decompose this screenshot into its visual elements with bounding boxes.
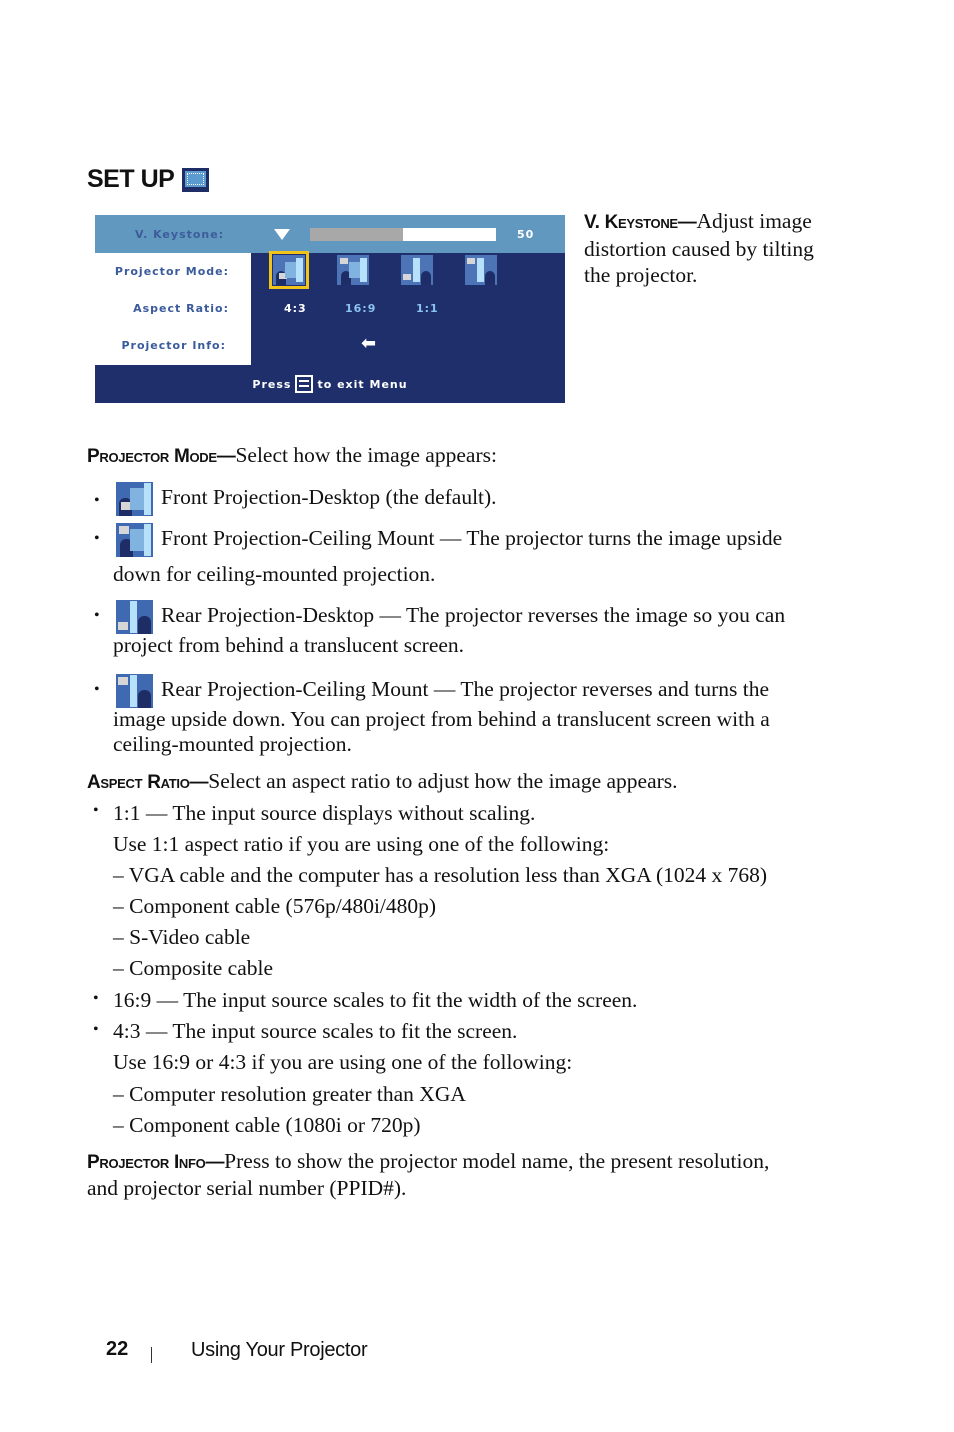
setup-screen-icon [182, 167, 210, 192]
exit-suffix: to exit Menu [317, 377, 408, 391]
bullet: • [94, 530, 100, 547]
keystone-label: V. Keystone: [135, 228, 225, 241]
mode-item-text: Rear Projection-Ceiling Mount — The proj… [161, 676, 770, 701]
menu-button-icon [295, 375, 314, 393]
aspect-line: – Computer resolution greater than XGA [113, 1082, 466, 1106]
mode-item: Front Projection-Ceiling Mount — The pro… [116, 523, 782, 557]
aspect-option[interactable]: 4:3 [284, 302, 307, 315]
aspect-line: – Component cable (1080i or 720p) [113, 1113, 421, 1137]
bullet: • [93, 802, 99, 819]
bullet: • [94, 492, 100, 509]
page-number: 22 [106, 1338, 129, 1360]
bullet: • [94, 681, 100, 698]
aspect-line: Use 16:9 or 4:3 if you are using one of … [113, 1050, 573, 1074]
rear-projection-ceiling-icon[interactable] [465, 255, 497, 285]
mode-item-text-cont: ceiling-mounted projection. [113, 732, 352, 756]
front-projection-ceiling-icon[interactable] [337, 255, 369, 285]
chapter-title: Using Your Projector [191, 1339, 368, 1361]
projector-info-label: Projector Info: [121, 339, 226, 352]
mode-item-text-cont: image upside down. You can project from … [113, 707, 770, 731]
enter-arrow-icon[interactable]: ⬅ [361, 333, 377, 354]
aspect-line: 16:9 — The input source scales to fit th… [113, 988, 638, 1012]
keystone-slider-fill [310, 228, 403, 241]
mode-item-text: Front Projection-Desktop (the default). [161, 484, 497, 509]
keystone-term: V. Keystone— [584, 212, 697, 233]
projector-info-text-cont: and projector serial number (PPID#). [87, 1176, 407, 1200]
projector-info-heading: Projector Info—Press to show the project… [87, 1148, 769, 1176]
aspect-ratio-label: Aspect Ratio: [133, 302, 229, 315]
mode-item: Rear Projection-Ceiling Mount — The proj… [116, 674, 769, 708]
aspect-line: – Component cable (576p/480i/480p) [113, 894, 437, 918]
keystone-value: 50 [517, 228, 535, 241]
osd-keystone-row[interactable]: V. Keystone: 50 [95, 215, 565, 253]
osd-labels-panel: Projector Mode: Aspect Ratio: Projector … [95, 253, 251, 365]
aspect-ratio-term: Aspect Ratio— [87, 772, 209, 793]
projector-mode-term: Projector Mode— [87, 446, 236, 467]
rear-projection-desktop-icon [116, 600, 153, 634]
mode-item-text-cont: down for ceiling-mounted projection. [113, 562, 436, 586]
mode-item-text: Rear Projection-Desktop — The projector … [161, 602, 786, 627]
aspect-line: – Composite cable [113, 956, 274, 980]
bullet: • [94, 607, 100, 624]
aspect-line: 1:1 — The input source displays without … [113, 801, 536, 825]
projector-info-term: Projector Info— [87, 1152, 225, 1173]
exit-prefix: Press [252, 377, 292, 391]
bullet: • [93, 1021, 99, 1038]
mode-item-text: Front Projection-Ceiling Mount — The pro… [161, 525, 783, 550]
projector-mode-heading: Projector Mode—Select how the image appe… [87, 442, 497, 470]
projector-info-text: Press to show the projector model name, … [224, 1149, 770, 1173]
aspect-option[interactable]: 1:1 [416, 302, 439, 315]
rear-projection-ceiling-icon [116, 674, 153, 708]
aspect-ratio-heading: Aspect Ratio—Select an aspect ratio to a… [87, 768, 678, 796]
bullet: • [93, 990, 99, 1007]
front-projection-ceiling-icon [116, 523, 153, 557]
footer-divider [151, 1347, 152, 1363]
aspect-line: Use 1:1 aspect ratio if you are using on… [113, 832, 610, 856]
mode-item: Front Projection-Desktop (the default). [116, 482, 497, 516]
aspect-option[interactable]: 16:9 [345, 302, 376, 315]
aspect-line: – S-Video cable [113, 925, 251, 949]
keystone-description: V. Keystone—Adjust image distortion caus… [584, 208, 834, 288]
front-projection-desktop-icon [116, 482, 153, 516]
section-title: SET UP [87, 165, 210, 194]
rear-projection-desktop-icon[interactable] [401, 255, 433, 285]
projector-mode-intro: Select how the image appears: [235, 443, 497, 467]
projector-mode-label: Projector Mode: [114, 265, 229, 278]
aspect-line: – VGA cable and the computer has a resol… [113, 863, 768, 887]
section-title-text: SET UP [87, 165, 175, 193]
mode-item-text-cont: project from behind a translucent screen… [113, 633, 465, 657]
exit-menu-hint: Press to exit Menu [95, 365, 565, 403]
aspect-line: 4:3 — The input source scales to fit the… [113, 1019, 518, 1043]
osd-setup-menu: V. Keystone: 50 Projector Mode: Aspect R… [95, 215, 565, 403]
keystone-slider[interactable] [310, 228, 496, 241]
mode-item: Rear Projection-Desktop — The projector … [116, 600, 785, 634]
keystone-triangle-icon [274, 229, 290, 240]
front-projection-desktop-icon[interactable] [269, 251, 309, 289]
aspect-ratio-intro: Select an aspect ratio to adjust how the… [208, 769, 678, 793]
